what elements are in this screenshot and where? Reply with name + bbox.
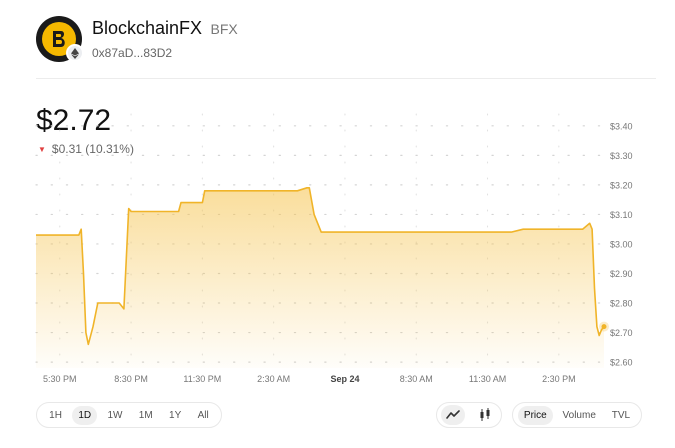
timeframe-1y[interactable]: 1Y [163, 406, 187, 425]
y-tick-label: $3.30 [610, 151, 633, 161]
timeframe-1w[interactable]: 1W [101, 406, 128, 425]
y-tick-label: $2.60 [610, 358, 633, 368]
y-tick-label: $3.40 [610, 121, 633, 131]
metric-price[interactable]: Price [517, 405, 553, 425]
candlestick-icon[interactable] [473, 405, 497, 425]
timeframe-1d[interactable]: 1D [72, 405, 98, 425]
y-tick-label: $3.20 [610, 180, 633, 190]
x-tick-label: 2:30 AM [257, 374, 290, 384]
metric-volume[interactable]: Volume [557, 406, 602, 425]
timeframe-all[interactable]: All [192, 406, 215, 425]
price-area [36, 187, 604, 368]
line-chart-icon[interactable] [441, 405, 465, 425]
x-tick-label: 11:30 PM [183, 374, 221, 384]
timeframe-1m[interactable]: 1M [133, 406, 159, 425]
metric-tvl[interactable]: TVL [606, 406, 636, 425]
timeframe-1h[interactable]: 1H [43, 406, 68, 425]
timeframe-selector: 1H 1D 1W 1M 1Y All [36, 402, 222, 428]
y-tick-label: $2.80 [610, 299, 633, 309]
x-tick-label: Sep 24 [330, 374, 359, 384]
y-tick-label: $2.90 [610, 269, 633, 279]
y-tick-label: $3.00 [610, 239, 633, 249]
x-tick-label: 5:30 PM [43, 374, 77, 384]
price-chart[interactable]: $3.40 $3.30 $3.20 $3.10 $3.00 $2.90 $2.80 $2.70… [0, 0, 675, 400]
current-price-marker [601, 324, 607, 330]
chart-type-selector [436, 402, 502, 428]
metric-selector: Price Volume TVL [512, 402, 642, 428]
x-tick-label: 11:30 AM [469, 374, 506, 384]
y-tick-label: $2.70 [610, 328, 633, 338]
x-tick-label: 8:30 AM [400, 374, 433, 384]
x-tick-label: 8:30 PM [114, 374, 148, 384]
y-tick-label: $3.10 [610, 210, 633, 220]
x-tick-label: 2:30 PM [542, 374, 576, 384]
